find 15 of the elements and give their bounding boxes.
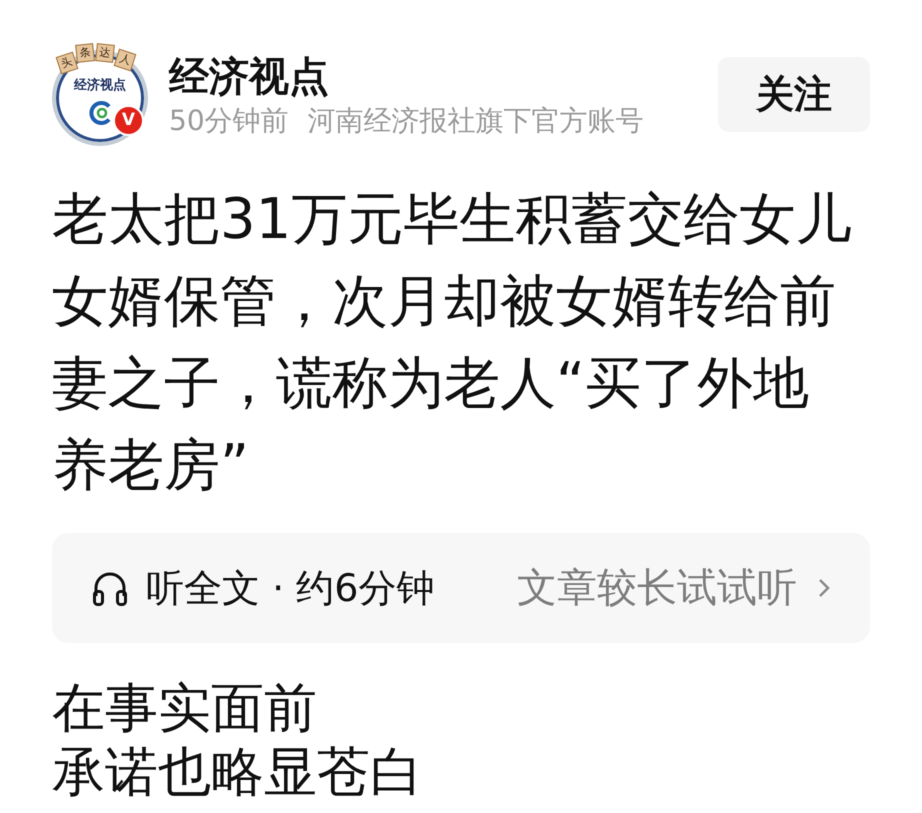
banner-tile: 条 <box>75 43 95 63</box>
account-description: 河南经济报社旗下官方账号 <box>308 103 644 139</box>
swirl-logo-icon <box>89 101 113 125</box>
follow-button[interactable]: 关注 <box>718 57 870 132</box>
listen-label: 听全文 · 约6分钟 <box>146 565 434 611</box>
article-title: 老太把31万元毕生积蓄交给女儿女婿保管，次月却被女婿转给前妻之子，谎称为老人“买了外地养老房” <box>52 186 852 500</box>
body-paragraph: 在事实面前 <box>52 677 317 741</box>
banner-tile: 达 <box>95 43 115 63</box>
avatar-logo-text: 经济视点 <box>72 78 127 94</box>
body-paragraph: 承诺也略显苍白 <box>52 741 423 805</box>
chevron-right-icon <box>818 578 830 598</box>
listen-bar[interactable]: 听全文 · 约6分钟 文章较长试试听 <box>52 533 870 643</box>
post-time: 50分钟前 <box>169 103 289 139</box>
author-name[interactable]: 经济视点 <box>169 53 644 101</box>
listen-hint: 文章较长试试听 <box>517 565 797 611</box>
